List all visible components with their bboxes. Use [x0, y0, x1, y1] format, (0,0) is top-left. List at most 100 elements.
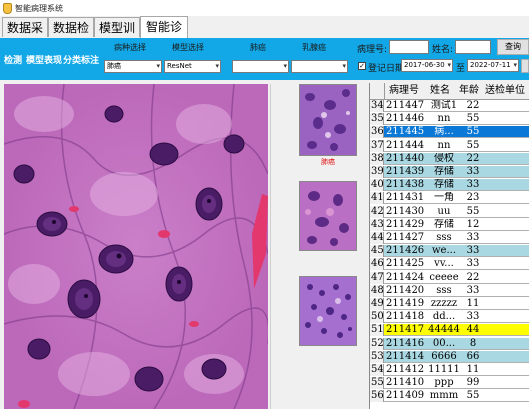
model-performance-link[interactable]: 模型表现: [26, 53, 62, 66]
cell-case-no: 211425: [386, 258, 425, 270]
table-row[interactable]: 48 211420 sss 33: [370, 284, 529, 297]
cell-age: 33: [466, 245, 480, 257]
table-row[interactable]: 49 211419 zzzzz 11: [370, 298, 529, 310]
cell-case-no: 211409: [386, 390, 425, 402]
cell-age: 33: [466, 166, 480, 177]
table-row[interactable]: 56 211409 mmm 55: [370, 390, 529, 403]
cell-age: 55: [466, 205, 480, 217]
row-number: 39: [370, 166, 384, 178]
cell-case-no: 211439: [386, 166, 425, 177]
table-row[interactable]: 47 211424 ceeee 22: [370, 271, 529, 284]
breast-cancer-select[interactable]: ▾: [291, 60, 348, 73]
row-number: 37: [370, 139, 384, 152]
cell-name: 44444: [428, 324, 460, 336]
thumbnail-1[interactable]: [299, 84, 357, 156]
table-row[interactable]: 34 211447 测试1 22: [370, 100, 529, 112]
table-row[interactable]: 51 211417 44444 44: [370, 324, 529, 337]
cell-unit: [486, 311, 529, 323]
chevron-down-icon: ▾: [215, 62, 219, 70]
cell-case-no: 211416: [386, 337, 425, 349]
table-row[interactable]: 50 211418 dd... 33: [370, 311, 529, 324]
case-table[interactable]: 病理号 姓名 年龄 送检单位 34 211447 测试1 22 35 211446 nn 55…: [369, 83, 529, 409]
cell-age: 55: [466, 139, 480, 151]
table-row[interactable]: 38 211440 侵权 22: [370, 152, 529, 165]
cell-name: 存储: [434, 179, 454, 191]
model-select[interactable]: ResNet ▾: [164, 60, 221, 73]
cell-name: 11111: [428, 364, 460, 375]
table-row[interactable]: 54 211412 11111 11: [370, 364, 529, 376]
cell-case-no: 211426: [386, 245, 425, 257]
cell-case-no: 211427: [386, 232, 425, 243]
cell-age: 11: [466, 298, 480, 309]
col-header-name[interactable]: 姓名: [430, 83, 450, 99]
table-row[interactable]: 46 211425 vv... 33: [370, 258, 529, 271]
table-row[interactable]: 36 211445 病... 55: [370, 126, 529, 139]
chevron-down-icon: ▾: [283, 62, 287, 70]
lung-cancer-select[interactable]: ▾: [232, 60, 289, 73]
breast-cancer-label: 乳腺癌: [302, 43, 326, 52]
row-number: 49: [370, 298, 384, 310]
cell-case-no: 211430: [386, 205, 425, 217]
row-header-corner: [370, 83, 385, 99]
table-row[interactable]: 41 211431 一角 23: [370, 192, 529, 205]
table-row[interactable]: 42 211430 uu 55: [370, 205, 529, 218]
slide-image-graphic: [4, 84, 268, 409]
cell-name: 病...: [434, 126, 454, 138]
cell-age: 22: [466, 152, 480, 164]
thumbnail-3[interactable]: [299, 276, 357, 346]
pathology-slide-image[interactable]: [4, 84, 268, 409]
col-header-case-no[interactable]: 病理号: [389, 83, 419, 99]
cell-case-no: 211419: [386, 298, 425, 309]
extra-action-button[interactable]: [521, 59, 529, 73]
table-row[interactable]: 37 211444 nn 55: [370, 139, 529, 152]
date-to-picker[interactable]: 2022-07-11 ▾: [467, 59, 519, 72]
row-number: 55: [370, 377, 384, 390]
tab-smart-diagnosis[interactable]: 智能诊断: [140, 16, 188, 54]
classification-label-link[interactable]: 分类标注: [63, 53, 99, 66]
table-row[interactable]: 40 211438 存储 33: [370, 179, 529, 192]
search-button[interactable]: 查询: [497, 39, 529, 55]
row-number: 47: [370, 271, 384, 284]
table-row[interactable]: 53 211414 6666 66: [370, 350, 529, 363]
tab-data-collection[interactable]: 数据采集: [2, 17, 48, 55]
image-divider: [270, 84, 271, 409]
date-filter-label: 登记日期: [368, 64, 405, 74]
cell-unit: [486, 390, 529, 402]
table-row[interactable]: 39 211439 存储 33: [370, 166, 529, 178]
cell-unit: [486, 298, 529, 310]
row-number: 34: [370, 100, 384, 112]
date-filter-checkbox[interactable]: ✓: [358, 62, 366, 70]
tab-model-training[interactable]: 模型训练: [94, 17, 140, 55]
cell-age: 55: [466, 390, 480, 402]
cell-age: 66: [466, 350, 480, 362]
cell-unit: [486, 364, 529, 376]
cell-unit: [486, 245, 529, 257]
row-number: 40: [370, 179, 384, 192]
thumbnail-2[interactable]: [299, 181, 357, 251]
table-row[interactable]: 43 211429 存储 12: [370, 218, 529, 231]
col-header-age[interactable]: 年龄: [459, 83, 479, 99]
cell-unit: [486, 126, 529, 138]
table-row[interactable]: 35 211446 nn 55: [370, 113, 529, 126]
row-number: 45: [370, 245, 384, 258]
cell-age: 33: [466, 232, 480, 243]
cell-unit: [486, 153, 529, 165]
cell-unit: [486, 192, 529, 204]
table-row[interactable]: 44 211427 sss 33: [370, 232, 529, 244]
case-no-input[interactable]: [389, 40, 429, 54]
date-from-picker[interactable]: 2017-06-30 ▾: [401, 59, 453, 72]
cell-age: 33: [466, 284, 480, 296]
tab-data-search[interactable]: 数据检索: [48, 17, 94, 55]
disease-select[interactable]: 肺癌 ▾: [104, 60, 162, 73]
cell-case-no: 211424: [386, 271, 425, 283]
cell-case-no: 211445: [386, 126, 425, 138]
detect-link[interactable]: 检测: [4, 53, 22, 66]
cell-unit: [486, 113, 529, 125]
cell-case-no: 211438: [386, 179, 425, 191]
cell-name: zzzzz: [430, 298, 458, 309]
table-row[interactable]: 55 211410 ppp 99: [370, 377, 529, 390]
table-row[interactable]: 45 211426 we... 33: [370, 245, 529, 258]
name-input[interactable]: [455, 40, 491, 54]
table-row[interactable]: 52 211416 00... 8: [370, 337, 529, 350]
col-header-unit[interactable]: 送检单位: [485, 83, 525, 99]
